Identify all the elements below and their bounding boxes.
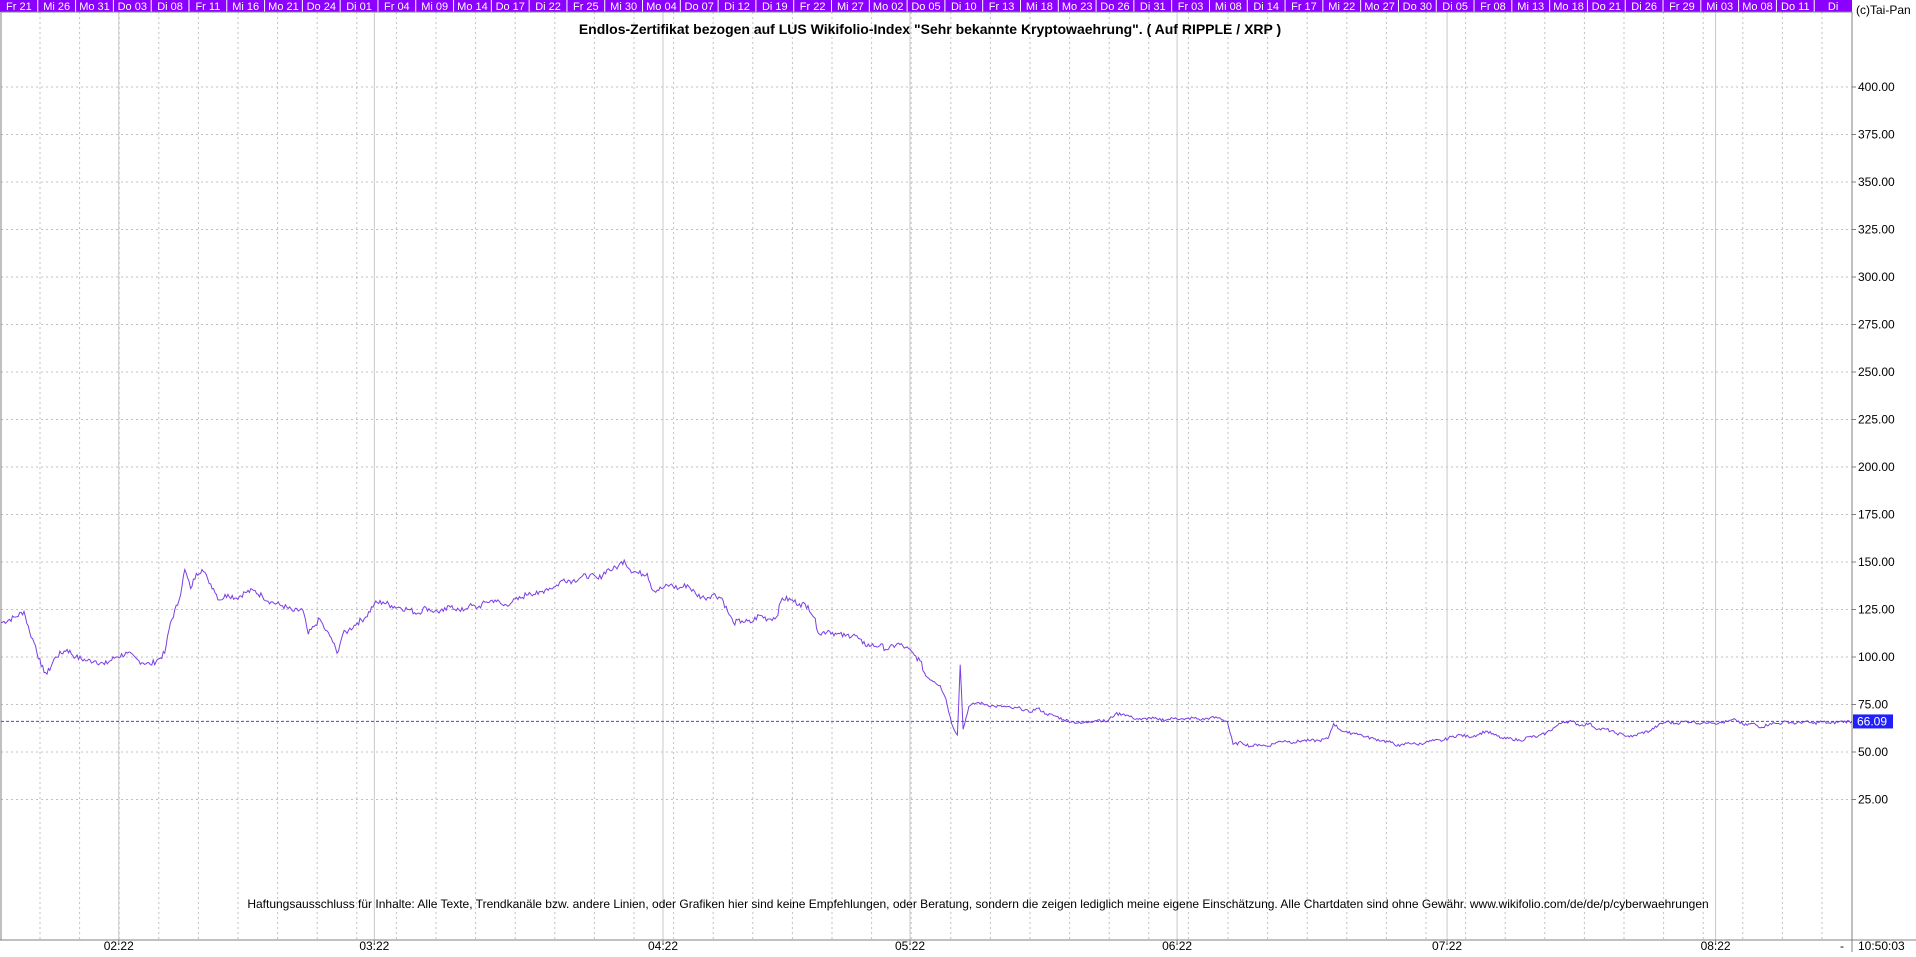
date-strip-label: Fr 21: [6, 1, 32, 13]
date-strip-label: Di 31: [1140, 1, 1166, 13]
date-strip-label: Fr 29: [1669, 1, 1695, 13]
date-strip-label: Do 11: [1781, 1, 1810, 13]
date-strip-label: Mi 27: [837, 1, 864, 13]
date-strip-label: Di: [1828, 1, 1838, 13]
date-strip-label: Mi 03: [1706, 1, 1733, 13]
date-strip-label: Di 08: [157, 1, 183, 13]
date-strip-label: Do 17: [496, 1, 525, 13]
x-tick-label: 02:22: [104, 939, 134, 952]
date-strip-label: Mi 13: [1517, 1, 1544, 13]
y-tick-label: 50.00: [1858, 745, 1888, 759]
disclaimer-text: Haftungsausschluss für Inhalte: Alle Tex…: [247, 897, 1708, 911]
date-strip-label: Do 21: [1592, 1, 1621, 13]
x-tick-label: 04:22: [648, 939, 678, 952]
date-strip-label: Di 10: [951, 1, 977, 13]
date-strip-label: Mo 14: [457, 1, 488, 13]
date-strip-label: Di 26: [1631, 1, 1657, 13]
date-strip-label: Do 24: [307, 1, 336, 13]
copyright-label: (c)Tai-Pan: [1856, 3, 1911, 17]
date-strip-label: Mi 18: [1026, 1, 1053, 13]
chart-svg: Fr 21 Mi 26 Mo 31 Do 03 Di 08 Fr 11 Mi 16 Mo 21…: [0, 0, 1916, 953]
chart-background: [0, 0, 1916, 952]
date-strip-label: Mo 02: [873, 1, 904, 13]
y-tick-label: 175.00: [1858, 508, 1895, 522]
date-strip-label: Mo 08: [1742, 1, 1773, 13]
y-tick-label: 25.00: [1858, 793, 1888, 807]
date-strip-label: Mi 30: [610, 1, 637, 13]
date-strip-label: Do 30: [1403, 1, 1432, 13]
date-strip-label: Do 26: [1100, 1, 1129, 13]
y-tick-label: 75.00: [1858, 698, 1888, 712]
x-tick-label: 03:22: [359, 939, 389, 952]
date-strip-label: Di 05: [1442, 1, 1468, 13]
date-strip-label: Do 07: [685, 1, 714, 13]
date-strip-label: Di 14: [1253, 1, 1279, 13]
x-tick-label: 05:22: [895, 939, 925, 952]
chart-title: Endlos-Zertifikat bezogen auf LUS Wikifo…: [579, 21, 1281, 37]
date-strip-label: Fr 25: [573, 1, 599, 13]
y-tick-label: 225.00: [1858, 413, 1895, 427]
last-value-label: 66.09: [1857, 714, 1887, 728]
y-tick-label: 400.00: [1858, 80, 1895, 94]
date-strip-label: Mi 08: [1215, 1, 1242, 13]
x-tick-label: 08:22: [1701, 939, 1731, 952]
y-tick-label: 325.00: [1858, 223, 1895, 237]
date-strip-label: Di 22: [535, 1, 561, 13]
date-strip-label: Fr 08: [1480, 1, 1506, 13]
date-strip-label: Fr 04: [384, 1, 410, 13]
y-tick-label: 150.00: [1858, 555, 1895, 569]
y-tick-label: 100.00: [1858, 650, 1895, 664]
date-strip-label: Fr 13: [989, 1, 1015, 13]
y-tick-label: 300.00: [1858, 270, 1895, 284]
date-strip-label: Di 12: [724, 1, 750, 13]
date-strip-label: Di 01: [346, 1, 372, 13]
chart: Fr 21 Mi 26 Mo 31 Do 03 Di 08 Fr 11 Mi 16 Mo 21…: [0, 0, 1916, 953]
axis-corner-dash: -: [1840, 939, 1844, 952]
date-strip-label: Mo 31: [79, 1, 110, 13]
date-strip-label: Di 19: [762, 1, 788, 13]
x-tick-label: 06:22: [1162, 939, 1192, 952]
date-strip-label: Mi 22: [1328, 1, 1355, 13]
date-strip-label: Fr 11: [195, 1, 220, 13]
date-strip-label: Mo 23: [1062, 1, 1093, 13]
date-strip-label: Mi 09: [421, 1, 448, 13]
y-tick-label: 200.00: [1858, 460, 1895, 474]
x-tick-label: 07:22: [1432, 939, 1462, 952]
date-strip-label: Do 03: [118, 1, 147, 13]
date-strip-label: Mo 04: [646, 1, 677, 13]
y-tick-label: 275.00: [1858, 318, 1895, 332]
date-strip-label: Mo 27: [1364, 1, 1395, 13]
y-tick-label: 375.00: [1858, 128, 1895, 142]
date-strip-label: Fr 17: [1291, 1, 1317, 13]
date-strip-label: Mi 26: [43, 1, 70, 13]
date-strip-label: Mi 16: [232, 1, 259, 13]
date-strip-label: Fr 22: [800, 1, 826, 13]
date-strip-label: Do 05: [911, 1, 940, 13]
y-tick-label: 250.00: [1858, 365, 1895, 379]
timestamp-label: 10:50:03: [1858, 939, 1905, 952]
y-tick-label: 350.00: [1858, 175, 1895, 189]
date-strip-label: Mo 18: [1553, 1, 1584, 13]
date-strip-label: Mo 21: [268, 1, 299, 13]
date-strip-label: Fr 03: [1178, 1, 1204, 13]
y-tick-label: 125.00: [1858, 603, 1895, 617]
date-strip: Fr 21 Mi 26 Mo 31 Do 03 Di 08 Fr 11 Mi 16 Mo 21…: [0, 0, 1852, 13]
